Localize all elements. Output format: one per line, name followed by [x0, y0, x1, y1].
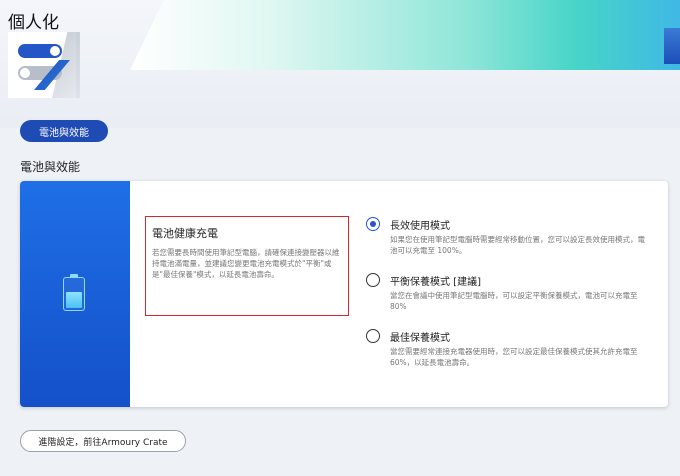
option-desc: 當您在會議中使用筆記型電腦時，可以設定平衡保養模式，電池可以充電至 80%: [390, 291, 638, 311]
charging-mode-options: 長效使用模式 如果您在使用筆記型電腦時需要經常移動位置，您可以設定長效使用模式，…: [366, 215, 656, 383]
option-desc: 如果您在使用筆記型電腦時需要經常移動位置，您可以設定長效使用模式，電池可以充電至…: [390, 235, 645, 255]
option-title: 長效使用模式: [390, 221, 450, 232]
battery-health-card: 電池健康充電 若您需要長時間使用筆記型電腦，請確保連接變壓器以維持電池滿電量，並…: [20, 181, 668, 407]
option-title: 最佳保養模式: [390, 333, 450, 344]
hero-gradient: [130, 0, 680, 70]
option-desc: 當您需要經常連接充電器使用時，您可以設定最佳保養模式使其允許充電至60%，以延長…: [390, 347, 638, 367]
hero-decoration: [664, 28, 680, 64]
option-full-capacity[interactable]: 長效使用模式 如果您在使用筆記型電腦時需要經常移動位置，您可以設定長效使用模式，…: [366, 215, 656, 271]
info-body: 若您需要長時間使用筆記型電腦，請確保連接變壓器以維持電池滿電量，並建議您變更電池…: [152, 248, 340, 279]
hero-banner: [0, 0, 680, 128]
radio-balanced[interactable]: [366, 273, 380, 287]
option-balanced[interactable]: 平衡保養模式 [建議] 當您在會議中使用筆記型電腦時，可以設定平衡保養模式，電池…: [366, 271, 656, 327]
card-side-panel: [20, 181, 130, 407]
battery-health-info: 電池健康充電 若您需要長時間使用筆記型電腦，請確保連接變壓器以維持電池滿電量，並…: [145, 216, 349, 316]
section-title: 電池與效能: [20, 160, 81, 174]
toggle-on-icon: [18, 44, 62, 58]
page-title: 個人化: [8, 13, 59, 33]
option-title: 平衡保養模式 [建議]: [390, 277, 481, 288]
option-maximum-lifespan[interactable]: 最佳保養模式 當您需要經常連接充電器使用時，您可以設定最佳保養模式使其允許充電至…: [366, 327, 656, 383]
info-title: 電池健康充電: [152, 227, 218, 240]
battery-performance-tab-button[interactable]: 電池與效能: [20, 120, 108, 142]
radio-full-capacity[interactable]: [366, 217, 380, 231]
battery-icon: [63, 274, 85, 311]
advanced-settings-button[interactable]: 進階設定，前往Armoury Crate: [20, 430, 186, 452]
radio-maximum-lifespan[interactable]: [366, 329, 380, 343]
